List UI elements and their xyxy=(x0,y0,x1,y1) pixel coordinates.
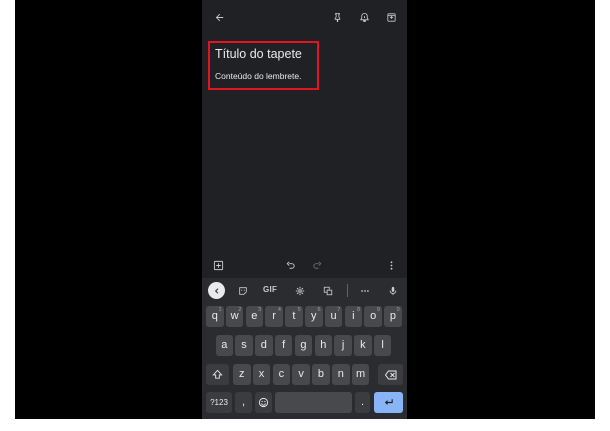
key-label: y xyxy=(311,310,317,322)
pin-icon[interactable] xyxy=(328,8,346,26)
key[interactable]: m xyxy=(351,364,370,385)
keyboard-suggestion-strip: GIF xyxy=(202,278,407,302)
key[interactable]: q1 xyxy=(206,306,224,327)
period-key[interactable]: . xyxy=(355,392,370,413)
phone-screen: Título do tapete Conteúdo do lembrete. G… xyxy=(202,0,407,419)
keyboard: GIF ?123 , . q 1 w 2 e 3 r 4 t 5 y 6 u 7… xyxy=(202,278,407,419)
back-arrow-icon[interactable] xyxy=(210,8,228,26)
key[interactable]: l xyxy=(373,335,392,356)
enter-key[interactable] xyxy=(374,392,403,413)
highlighted-note-area: Título do tapete Conteúdo do lembrete. xyxy=(208,41,319,90)
key-label: d xyxy=(260,339,267,351)
key[interactable]: a xyxy=(215,335,233,356)
key[interactable]: d xyxy=(255,335,273,356)
edit-toolbar xyxy=(202,255,407,275)
key[interactable]: g xyxy=(294,335,313,356)
key-label: n xyxy=(337,368,344,380)
key-label: x xyxy=(258,368,265,380)
key[interactable]: k xyxy=(354,335,372,356)
key-hint: 3 xyxy=(258,307,262,313)
key-hint: 0 xyxy=(396,307,400,313)
backspace-key[interactable] xyxy=(378,364,403,385)
key-label: f xyxy=(282,339,286,351)
key-label: z xyxy=(239,368,245,380)
sticker-icon[interactable] xyxy=(235,283,250,298)
key[interactable]: u7 xyxy=(324,306,343,327)
space-key[interactable] xyxy=(275,392,352,413)
key[interactable]: y6 xyxy=(305,306,323,327)
key-hint: 9 xyxy=(376,307,380,313)
key[interactable]: z xyxy=(233,364,251,385)
key-label: s xyxy=(241,339,247,351)
emoji-icon xyxy=(258,397,269,408)
key-label: g xyxy=(300,339,307,351)
enter-icon xyxy=(384,399,393,405)
add-box-icon[interactable] xyxy=(209,256,227,274)
key-label: h xyxy=(320,339,327,351)
key[interactable]: i8 xyxy=(344,306,363,327)
mic-icon[interactable] xyxy=(385,283,400,298)
comma-key-label: , xyxy=(241,396,246,408)
reminder-bell-icon[interactable] xyxy=(355,8,373,26)
emoji-key[interactable] xyxy=(255,392,272,413)
key-label: e xyxy=(251,310,258,322)
key-label: j xyxy=(341,339,345,351)
key[interactable]: b xyxy=(312,364,330,385)
key-label: c xyxy=(278,368,285,380)
key-hint: 2 xyxy=(238,307,242,313)
key-hint: 6 xyxy=(317,307,321,313)
key-label: v xyxy=(298,368,304,380)
collapse-icon[interactable] xyxy=(208,282,225,299)
note-title[interactable]: Título do tapete xyxy=(215,47,302,61)
undo-icon[interactable] xyxy=(281,256,299,274)
top-toolbar xyxy=(202,0,407,34)
key-label: a xyxy=(221,339,228,351)
translate-icon[interactable] xyxy=(320,283,335,298)
key[interactable]: e3 xyxy=(245,306,264,327)
shift-key[interactable] xyxy=(206,364,229,385)
key-hint: 1 xyxy=(218,307,222,313)
note-body[interactable]: Conteúdo do lembrete. xyxy=(215,71,301,81)
key[interactable]: s xyxy=(235,335,253,356)
key[interactable]: t5 xyxy=(285,306,303,327)
symbols-key-label: ?123 xyxy=(210,397,228,407)
key[interactable]: w2 xyxy=(225,306,244,327)
key[interactable]: o9 xyxy=(364,306,382,327)
key[interactable]: r4 xyxy=(265,306,283,327)
symbols-key[interactable]: ?123 xyxy=(206,392,232,413)
key-label: r xyxy=(272,310,276,322)
key-label: b xyxy=(317,368,324,380)
key[interactable]: h xyxy=(314,335,332,356)
period-key-label: . xyxy=(360,396,365,408)
key-label: u xyxy=(330,310,337,322)
key-hint: 4 xyxy=(277,307,281,313)
redo-icon[interactable] xyxy=(308,256,326,274)
more-vert-icon[interactable] xyxy=(382,256,400,274)
key[interactable]: v xyxy=(292,364,310,385)
key[interactable]: n xyxy=(332,364,350,385)
key[interactable]: x xyxy=(252,364,271,385)
gif-button[interactable]: GIF xyxy=(263,285,277,294)
key-label: k xyxy=(360,339,366,351)
key-hint: 5 xyxy=(297,307,301,313)
key[interactable]: f xyxy=(274,335,293,356)
key-label: m xyxy=(355,368,366,380)
key-label: p xyxy=(389,310,396,322)
comma-key[interactable]: , xyxy=(235,392,252,413)
more-icon[interactable] xyxy=(357,283,372,298)
key-label: l xyxy=(381,339,384,351)
key-label: q xyxy=(211,310,218,322)
key[interactable]: c xyxy=(272,364,291,385)
strip-separator xyxy=(347,284,348,297)
key-label: t xyxy=(292,310,296,322)
key-label: i xyxy=(352,310,355,322)
key[interactable]: p0 xyxy=(384,306,402,327)
key[interactable]: j xyxy=(334,335,352,356)
archive-icon[interactable] xyxy=(382,8,400,26)
key-hint: 8 xyxy=(357,307,361,313)
key-hint: 7 xyxy=(337,307,341,313)
key-label: o xyxy=(370,310,377,322)
settings-icon[interactable] xyxy=(292,283,307,298)
